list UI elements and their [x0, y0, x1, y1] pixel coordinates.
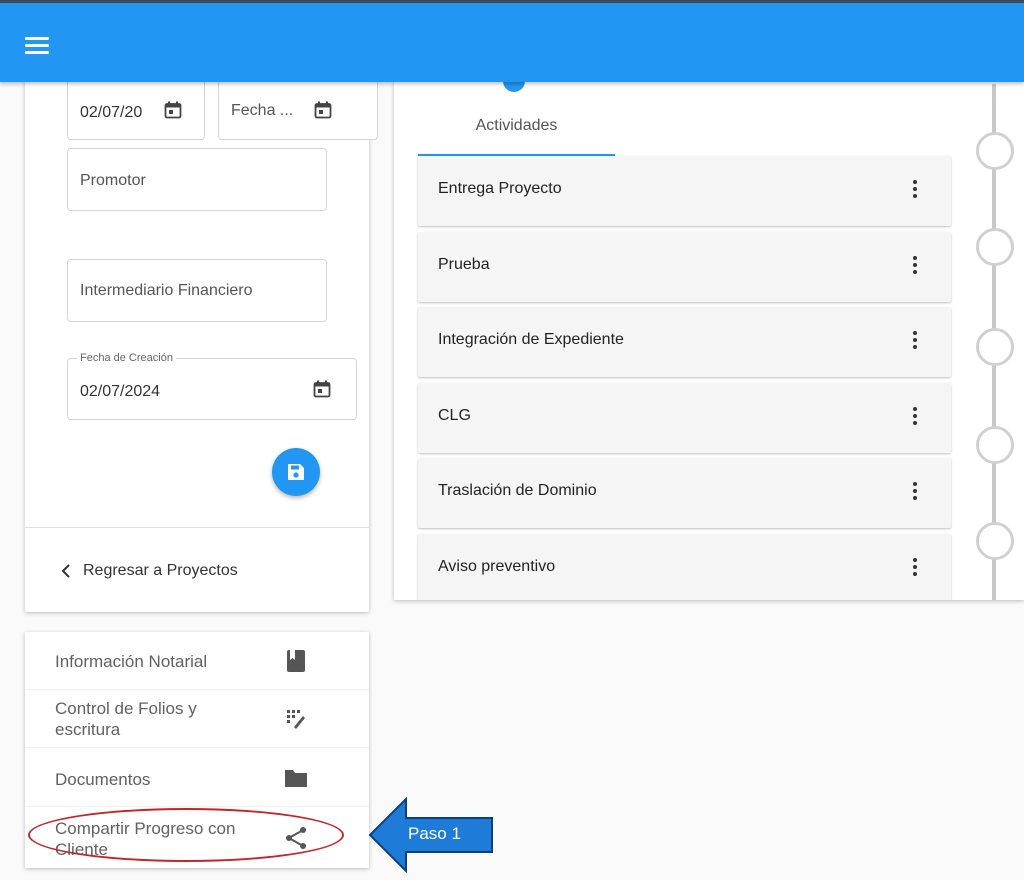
- calendar-icon[interactable]: [164, 101, 182, 119]
- menu-item-informacion-notarial[interactable]: Información Notarial: [25, 632, 369, 690]
- menu-item-compartir-progreso[interactable]: Compartir Progreso con Cliente: [25, 808, 369, 866]
- activity-label: Prueba: [438, 256, 490, 273]
- activity-row[interactable]: Prueba: [418, 232, 951, 302]
- menu-item-control-folios[interactable]: Control de Folios y escritura: [25, 690, 369, 748]
- more-vert-icon[interactable]: [912, 331, 918, 351]
- menu-item-label: Documentos: [55, 770, 151, 789]
- numbers-edit-icon: [287, 710, 305, 729]
- calendar-icon[interactable]: [313, 380, 331, 398]
- activity-row[interactable]: Entrega Proyecto: [418, 156, 951, 226]
- activity-label: Entrega Proyecto: [438, 180, 562, 197]
- menu-item-label: Control de Folios y escritura: [55, 699, 197, 739]
- back-label: Regresar a Proyectos: [83, 562, 238, 579]
- save-icon: [288, 464, 304, 480]
- timeline-node[interactable]: [976, 522, 1014, 560]
- fecha-inicio-field[interactable]: Fecha Inicio 02/07/20: [67, 72, 205, 140]
- activity-row[interactable]: Integración de Expediente: [418, 307, 951, 377]
- tab-label: Actividades: [475, 117, 558, 134]
- fecha-creacion-value: 02/07/2024: [80, 383, 161, 400]
- activity-label: Integración de Expediente: [438, 331, 624, 348]
- save-button[interactable]: [272, 448, 320, 496]
- menu-item-documentos[interactable]: Documentos: [25, 749, 369, 807]
- more-vert-icon[interactable]: [912, 558, 918, 578]
- fecha-inicio-value: 02/07/20: [80, 104, 143, 121]
- promotor-placeholder: Promotor: [80, 172, 146, 189]
- activity-row[interactable]: Aviso preventivo: [418, 534, 951, 600]
- chevron-left-icon: [61, 564, 70, 578]
- activity-row[interactable]: Traslación de Dominio: [418, 458, 951, 528]
- menu-item-label: Compartir Progreso con Cliente: [55, 819, 236, 859]
- book-icon: [287, 650, 305, 672]
- activities-card: Actividades Entrega Proyecto Prueba Inte…: [394, 60, 1024, 600]
- intermediario-placeholder: Intermediario Financiero: [80, 282, 253, 299]
- fecha-fin-field[interactable]: Fecha ...: [218, 78, 378, 140]
- side-menu-card: Información Notarial Control de Folios y…: [25, 632, 369, 868]
- calendar-icon[interactable]: [314, 101, 332, 119]
- more-vert-icon[interactable]: [912, 256, 918, 276]
- activity-row[interactable]: CLG: [418, 383, 951, 453]
- menu-item-label: Información Notarial: [55, 652, 208, 671]
- callout-text: Paso 1: [408, 824, 461, 843]
- activity-label: Traslación de Dominio: [438, 482, 597, 499]
- hamburger-menu-icon[interactable]: [25, 37, 49, 55]
- timeline-node[interactable]: [976, 132, 1014, 170]
- activity-label: CLG: [438, 407, 471, 424]
- more-vert-icon[interactable]: [912, 180, 918, 200]
- timeline-node[interactable]: [976, 426, 1014, 464]
- fecha-creacion-label: Fecha de Creación: [77, 352, 176, 364]
- timeline-node[interactable]: [976, 328, 1014, 366]
- activity-label: Aviso preventivo: [438, 558, 556, 575]
- project-form-card: Fecha Inicio 02/07/20 Fecha ... Promotor…: [25, 60, 378, 612]
- promotor-field[interactable]: Promotor: [67, 148, 327, 211]
- timeline-node[interactable]: [976, 228, 1014, 266]
- tab-actividades[interactable]: Actividades: [418, 106, 615, 156]
- folder-icon: [285, 770, 307, 787]
- more-vert-icon[interactable]: [912, 407, 918, 427]
- top-app-bar: [0, 0, 1024, 82]
- divider: [25, 527, 369, 528]
- back-to-projects-link[interactable]: Regresar a Proyectos: [61, 562, 238, 580]
- step-callout-arrow: Paso 1: [368, 796, 496, 874]
- fecha-fin-placeholder: Fecha ...: [231, 102, 294, 119]
- more-vert-icon[interactable]: [912, 482, 918, 502]
- share-icon: [286, 827, 306, 849]
- fecha-creacion-field[interactable]: Fecha de Creación 02/07/2024: [67, 352, 357, 420]
- intermediario-financiero-field[interactable]: Intermediario Financiero: [67, 259, 327, 322]
